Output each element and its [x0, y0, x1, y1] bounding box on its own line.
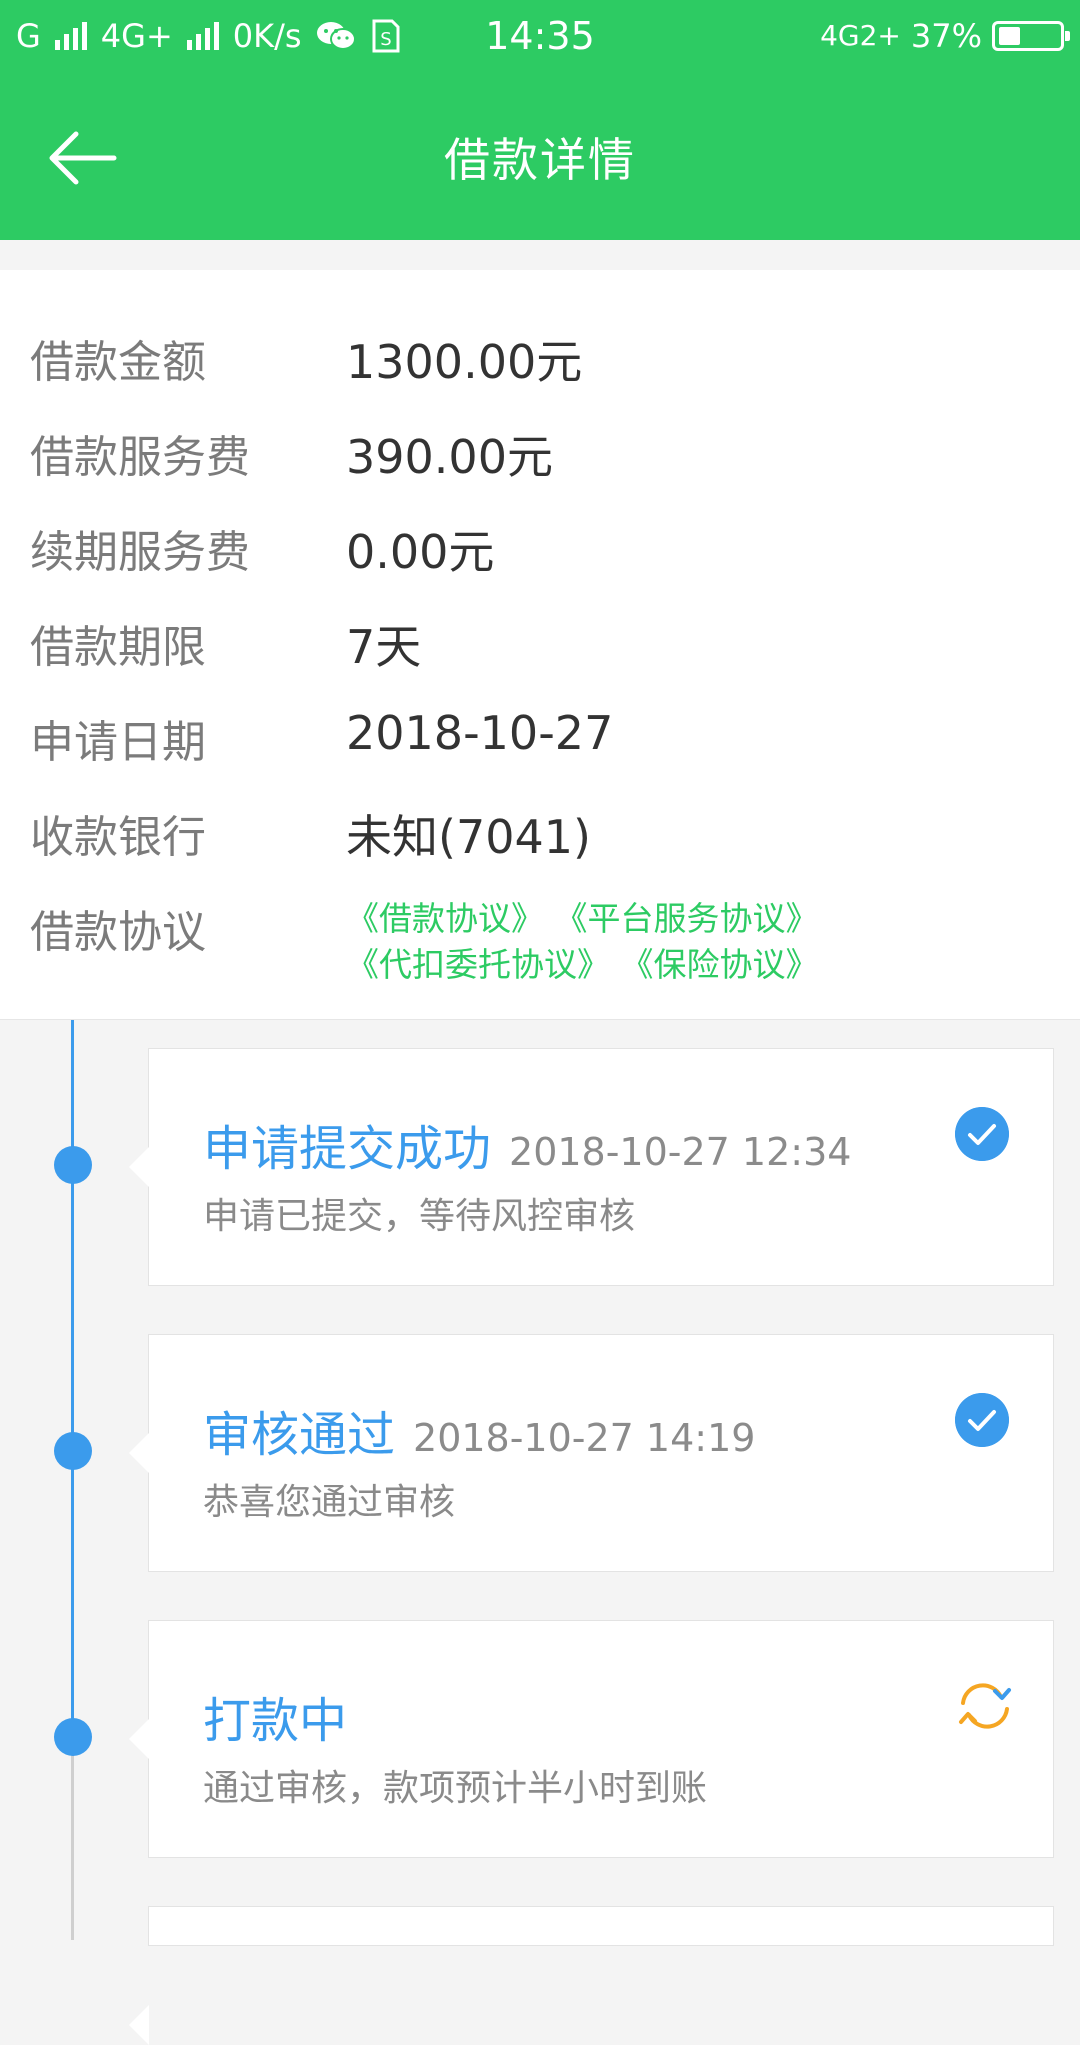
- info-row-agreements: 借款协议 《借款协议》 《平台服务协议》 《代扣委托协议》 《保险协议》: [30, 896, 1050, 996]
- link-debit-authorization-agreement[interactable]: 《代扣委托协议》: [346, 945, 610, 984]
- card-title-line: 审核通过 2018-10-27 14:19: [203, 1395, 755, 1465]
- battery-percent: 37%: [910, 17, 982, 55]
- info-value: 未知(7041): [346, 810, 591, 864]
- battery-level: [999, 27, 1020, 45]
- agreement-links: 《借款协议》 《平台服务协议》 《代扣委托协议》 《保险协议》: [346, 896, 1046, 988]
- refresh-icon: [955, 1679, 1011, 1733]
- info-label: 续期服务费: [30, 527, 250, 578]
- header: 借款详情: [0, 72, 1080, 240]
- timeline-dot: [54, 1432, 92, 1470]
- info-row-apply-date: 申请日期 2018-10-27: [30, 706, 1050, 768]
- info-value: 2018-10-27: [346, 706, 614, 760]
- info-row-loan-amount: 借款金额 1300.00元: [30, 326, 1050, 389]
- card-time: 2018-10-27 12:34: [509, 1130, 852, 1174]
- link-platform-service-agreement[interactable]: 《平台服务协议》: [555, 899, 819, 938]
- timeline-dot: [54, 1718, 92, 1756]
- info-row-receiving-bank: 收款银行 未知(7041): [30, 801, 1050, 864]
- loan-info-card: 借款金额 1300.00元 借款服务费 390.00元 续期服务费 0.00元 …: [0, 270, 1080, 1020]
- info-label: 借款协议: [30, 907, 206, 958]
- info-value: 0.00元: [346, 525, 495, 579]
- card-time: 2018-10-27 14:19: [413, 1416, 756, 1460]
- timeline-card-approved: 审核通过 2018-10-27 14:19 恭喜您通过审核: [129, 1334, 1054, 1572]
- card-description: 恭喜您通过审核: [203, 1482, 456, 1523]
- battery-icon: [992, 21, 1070, 51]
- check-circle-icon: [955, 1107, 1009, 1161]
- status-bar: G 4G+ 0K/s S 14:35 4G2+ 37%: [0, 0, 1080, 72]
- timeline-line-active: [71, 1020, 74, 1740]
- check-circle-icon: [955, 1393, 1009, 1447]
- timeline-card-submitted: 申请提交成功 2018-10-27 12:34 申请已提交，等待风控审核: [129, 1048, 1054, 1286]
- card-title-line: 打款中: [203, 1681, 365, 1751]
- info-row-service-fee: 借款服务费 390.00元: [30, 421, 1050, 484]
- card-title-line: 申请提交成功 2018-10-27 12:34: [203, 1109, 851, 1179]
- card-description: 申请已提交，等待风控审核: [203, 1196, 636, 1237]
- card-title: 打款中: [203, 1693, 348, 1749]
- status-right: 4G2+ 37%: [820, 0, 1070, 72]
- link-loan-agreement[interactable]: 《借款协议》: [346, 899, 544, 938]
- info-label: 申请日期: [30, 717, 206, 768]
- info-value: 390.00元: [346, 430, 553, 484]
- timeline-line-pending: [71, 1740, 74, 1940]
- timeline-dot: [54, 1146, 92, 1184]
- info-label: 借款服务费: [30, 432, 250, 483]
- network-type-right: 4G2+: [820, 19, 901, 52]
- card-title: 审核通过: [203, 1407, 396, 1463]
- info-row-renewal-fee: 续期服务费 0.00元: [30, 516, 1050, 579]
- info-label: 借款期限: [30, 622, 206, 673]
- info-row-loan-term: 借款期限 7天: [30, 611, 1050, 674]
- top-bar: G 4G+ 0K/s S 14:35 4G2+ 37% 借款详情: [0, 0, 1080, 240]
- card-title: 申请提交成功: [203, 1121, 492, 1177]
- info-label: 收款银行: [30, 812, 206, 863]
- info-value: 1300.00元: [346, 335, 583, 389]
- info-label: 借款金额: [30, 337, 206, 388]
- link-insurance-agreement[interactable]: 《保险协议》: [621, 945, 819, 984]
- card-description: 通过审核，款项预计半小时到账: [203, 1768, 708, 1809]
- progress-timeline: 申请提交成功 2018-10-27 12:34 申请已提交，等待风控审核 审核通…: [0, 1020, 1080, 2045]
- info-value: 7天: [346, 620, 422, 674]
- page-title: 借款详情: [444, 133, 636, 187]
- timeline-card-disbursing: 打款中 通过审核，款项预计半小时到账: [129, 1620, 1054, 1858]
- timeline-card-next-partial: [129, 1906, 1054, 2045]
